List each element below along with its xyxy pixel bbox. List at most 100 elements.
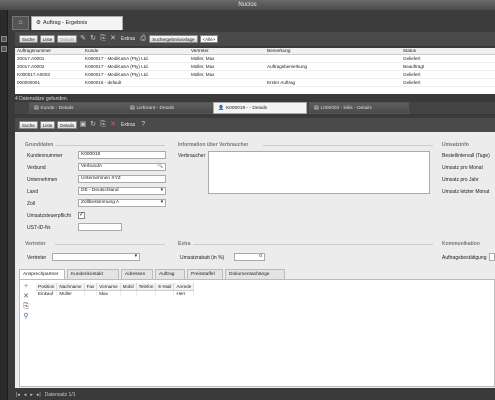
col-email[interactable]: E-Mail [155, 283, 175, 291]
section-vertreter: Vertreter [25, 241, 46, 247]
clone-icon[interactable]: ⎘ [99, 121, 107, 129]
col-mobil[interactable]: Mobil [120, 283, 137, 291]
auftragsbestaetigung-field[interactable] [489, 253, 495, 261]
cell: Erster Auftrag [265, 78, 401, 87]
clone-row-icon[interactable]: ⎘ [22, 303, 30, 311]
detail-form: Grunddaten Information über Verbraucher … [15, 132, 495, 388]
land-select[interactable]: DE - Deutschland ▾ [78, 187, 166, 195]
cell: Geliefert [401, 70, 495, 79]
unternehmen-field[interactable]: Unternehmen XYZ [78, 175, 166, 183]
tab-auftrag-ergebnis[interactable]: ⚙ Auftrag - Ergebnis [31, 16, 123, 30]
delete-icon[interactable]: ✕ [109, 35, 117, 43]
cell: 20017.A0002 [15, 62, 83, 71]
cell: Einkauf [36, 290, 58, 297]
cell: Geliefert [401, 78, 495, 87]
umsatzrabatt-field[interactable]: 0 [234, 253, 265, 261]
tab-l000003-details[interactable]: ▤ L000003 - kiikk - Details [309, 102, 409, 114]
divider [55, 244, 165, 245]
section-umsatz: Umsatzinfo [442, 142, 469, 148]
tab-adressen[interactable]: Adressen [121, 269, 153, 279]
home-tab[interactable]: ⌂ [12, 16, 29, 30]
zoll-select[interactable]: Zollbestimmung A ▾ [78, 199, 166, 207]
sidebar-toggle-icon[interactable] [1, 36, 7, 42]
detail-search-button[interactable]: Suche [19, 121, 38, 129]
col-telefon[interactable]: Telefon [136, 283, 157, 291]
cell: Müller, Max [189, 70, 265, 79]
print-icon[interactable]: ⎙ [139, 35, 147, 43]
table-row[interactable]: Einkauf Müller Max Herr [36, 290, 195, 297]
label-verbraucher: Verbraucher [178, 153, 206, 159]
cell: K000017 - MediKaSA (Pty) Ltd. [83, 70, 189, 79]
ust-id-field[interactable] [78, 223, 122, 231]
vertreter-select[interactable]: ▾ [52, 253, 140, 261]
col-position[interactable]: Position [36, 283, 58, 291]
label-auftragsbestaetigung: Auftragsbestätigung [442, 255, 487, 261]
extras-menu[interactable]: Extras [119, 36, 137, 42]
save-icon[interactable]: ▣ [79, 121, 87, 129]
kundennummer-field[interactable]: K000019 [78, 151, 166, 159]
tab-preisstaffel[interactable]: Preisstaffel [187, 269, 223, 279]
table-row[interactable]: 20017.A0002 K000017 - MediKaSA (Pty) Ltd.… [15, 62, 495, 71]
label-umsatz-monat: Umsatz pro Monat [442, 165, 483, 171]
tab-auftrag[interactable]: Auftrag [155, 269, 185, 279]
detail-details-button[interactable]: Details [57, 121, 78, 129]
search-icon[interactable]: 🔍 [157, 164, 163, 170]
table-row[interactable]: 20017.A0001 K000017 - MediKaSA (Pty) Ltd.… [15, 54, 495, 63]
filter-icon[interactable]: ⚲ [22, 313, 30, 321]
cell [155, 290, 175, 297]
result-table: Auftragsnummer Kunde Vertreter Bemerkung… [15, 48, 495, 87]
col-vorname[interactable]: Vorname [96, 283, 121, 291]
detail-toolbar: Suche Liste Details ▣ ↻ ⎘ ✕ Extras ? [15, 118, 495, 132]
tab-dokumentanhaenge[interactable]: Dokumentanhänge [225, 269, 285, 279]
cell: Müller, Max [189, 54, 265, 63]
tab-kunde-details[interactable]: ▤ Kunde - Details [29, 102, 129, 114]
cell [84, 290, 98, 297]
col-fax[interactable]: Fax [84, 283, 98, 291]
verbraucher-textarea[interactable] [208, 151, 430, 194]
last-record-icon[interactable]: ▸| [37, 390, 41, 400]
filter-select[interactable]: <Alle> [199, 35, 219, 43]
details-button[interactable]: Details [57, 35, 78, 43]
sidebar-pin-icon[interactable] [1, 46, 7, 52]
list-button[interactable]: Liste [39, 35, 56, 43]
search-button[interactable]: Suche [19, 35, 38, 43]
status-bar: |◂ ◂ ▸ ▸| Datensatz 1/1 [8, 390, 495, 400]
new-icon[interactable]: ✎ [79, 35, 87, 43]
document-icon: ▤ [314, 105, 319, 111]
tab-ansprechpartner[interactable]: Ansprechpartner [19, 269, 65, 279]
first-record-icon[interactable]: |◂ [16, 390, 20, 400]
label-zoll: Zoll [27, 201, 36, 207]
section-info: Information über Verbraucher [178, 142, 249, 148]
tab-lieferant-details[interactable]: ▤ Lieferant - Details [125, 102, 221, 114]
delete-icon[interactable]: ✕ [109, 121, 117, 129]
document-icon: ▤ [130, 105, 135, 111]
label-umsatz-jahr: Umsatz pro Jahr [442, 177, 479, 183]
divider [263, 145, 433, 146]
next-record-icon[interactable]: ▸ [30, 390, 33, 400]
prev-record-icon[interactable]: ◂ [24, 390, 27, 400]
col-anrede[interactable]: Anrede [173, 283, 195, 291]
cell: 20017.A0001 [15, 54, 83, 63]
label-vertreter: Vertreter [27, 255, 47, 261]
tab-kundenkontakt[interactable]: Kundenkontakt [67, 269, 119, 279]
verbund-field[interactable]: VerbundA 🔍 [78, 163, 166, 171]
tab-k000019-details[interactable]: 👤 K000019 - - Details [213, 102, 307, 114]
tab-label: Kunde - Details [40, 105, 74, 111]
add-row-icon[interactable]: + [22, 283, 30, 291]
chevron-down-icon: ▾ [160, 188, 163, 193]
detail-list-button[interactable]: Liste [39, 121, 56, 129]
help-icon[interactable]: ? [139, 121, 147, 129]
export-icon[interactable]: ⎘ [99, 35, 107, 43]
detail-extras-menu[interactable]: Extras [119, 122, 137, 128]
chevron-down-icon: ▾ [134, 254, 137, 259]
umsatzsteuerpflicht-checkbox[interactable]: ✓ [78, 212, 85, 219]
delete-row-icon[interactable]: ✕ [22, 293, 30, 301]
refresh-icon[interactable]: ↻ [89, 35, 97, 43]
table-row[interactable]: K000017.A0003 K000017 - MediKaSA (Pty) Lt… [15, 70, 495, 79]
cell: Geliefert [401, 54, 495, 63]
table-row[interactable]: 000000001 K000016 - default Erster Auftrag… [15, 78, 495, 87]
refresh-icon[interactable]: ↻ [89, 121, 97, 129]
divider [193, 244, 433, 245]
cell: Auftragsbemerkung [265, 62, 401, 71]
col-nachname[interactable]: Nachname [56, 283, 85, 291]
